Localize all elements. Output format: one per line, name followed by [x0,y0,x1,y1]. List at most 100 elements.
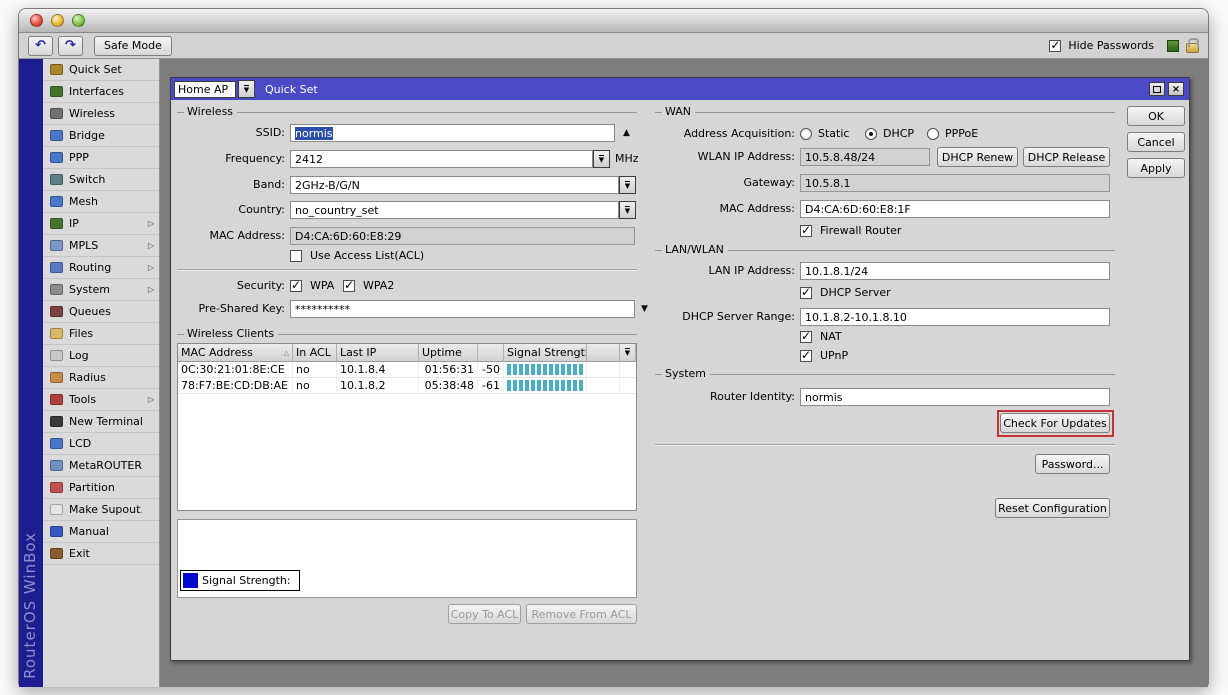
wireless-icon [50,108,63,119]
submenu-arrow-icon: ▷ [148,241,154,250]
sidebar-item-quick-set[interactable]: Quick Set ▷ [43,59,159,81]
col-signal-value[interactable] [478,344,504,362]
sidebar-item-ppp[interactable]: PPP ▷ [43,147,159,169]
wireless-client-row[interactable]: 0C:30:21:01:8E:CE no 10.1.8.4 01:56:31 -… [178,362,636,378]
col-mac-address[interactable]: MAC Address△ [178,344,293,362]
sidebar-item-mesh[interactable]: Mesh ▷ [43,191,159,213]
pppoe-radio[interactable] [927,128,939,140]
sidebar-item-files[interactable]: Files ▷ [43,323,159,345]
collapse-up-icon[interactable]: ▲ [623,129,630,138]
sidebar-item-interfaces[interactable]: Interfaces ▷ [43,81,159,103]
safe-mode-button[interactable]: Safe Mode [94,36,172,56]
sidebar-item-new-terminal[interactable]: New Terminal ▷ [43,411,159,433]
check-for-updates-button[interactable]: Check For Updates [1000,413,1110,433]
sidebar-item-partition[interactable]: Partition ▷ [43,477,159,499]
router-identity-input[interactable]: normis [800,388,1110,406]
cancel-button[interactable]: Cancel [1127,132,1185,152]
upnp-checkbox[interactable] [800,350,812,362]
sidebar-item-metarouter[interactable]: MetaROUTER ▷ [43,455,159,477]
signal-plot-panel: Signal Strength: [177,519,637,598]
firewall-router-checkbox[interactable] [800,225,812,237]
sidebar-item-routing[interactable]: Routing ▷ [43,257,159,279]
address-acquisition-label: Address Acquisition: [655,125,795,143]
undo-button[interactable]: ↶ [28,36,53,56]
interfaces-icon [50,86,63,97]
dhcp-release-button[interactable]: DHCP Release [1023,147,1110,167]
sidebar-item-ip[interactable]: IP ▷ [43,213,159,235]
exit-icon [50,548,63,559]
sidebar-item-exit[interactable]: Exit ▷ [43,543,159,565]
dhcp-radio[interactable] [865,128,877,140]
expand-down-icon[interactable]: ▼ [641,305,648,314]
col-signal-strength[interactable]: Signal Strength [504,344,587,362]
wan-mac-input[interactable]: D4:CA:6D:60:E8:1F [800,200,1110,218]
col-in-acl[interactable]: In ACL [293,344,337,362]
band-dropdown-button[interactable]: ▼ [619,176,636,194]
sidebar-item-log[interactable]: Log ▷ [43,345,159,367]
pre-shared-key-input[interactable]: ********** [290,300,635,318]
sidebar-item-radius[interactable]: Radius ▷ [43,367,159,389]
sidebar-item-bridge[interactable]: Bridge ▷ [43,125,159,147]
sidebar-item-mpls[interactable]: MPLS ▷ [43,235,159,257]
zoom-traffic-light[interactable] [72,14,85,27]
client-signal-cell: -61 [478,378,504,393]
queues-icon [50,306,63,317]
sidebar-item-wireless[interactable]: Wireless ▷ [43,103,159,125]
country-dropdown-button[interactable]: ▼ [619,201,636,219]
client-mac-cell: 78:F7:BE:CD:DB:AE [178,378,293,393]
sidebar-item-tools[interactable]: Tools ▷ [43,389,159,411]
sidebar-item-switch[interactable]: Switch ▷ [43,169,159,191]
copy-to-acl-button[interactable]: Copy To ACL [448,604,521,624]
country-select[interactable]: no_country_set [290,201,619,219]
chevron-down-icon: ▼ [599,155,604,164]
close-traffic-light[interactable] [30,14,43,27]
frequency-dropdown-button[interactable]: ▼ [593,150,610,168]
dhcp-renew-button[interactable]: DHCP Renew [937,147,1018,167]
static-radio[interactable] [800,128,812,140]
wpa-checkbox[interactable] [290,280,302,292]
sidebar-item-manual[interactable]: Manual ▷ [43,521,159,543]
client-uptime-cell: 01:56:31 [419,362,478,377]
preset-dropdown-button[interactable]: ▼ [238,80,255,98]
dhcp-server-checkbox[interactable] [800,287,812,299]
sidebar-item-queues[interactable]: Queues ▷ [43,301,159,323]
use-access-list-checkbox[interactable] [290,250,302,262]
mac-titlebar[interactable] [19,9,1208,33]
band-select[interactable]: 2GHz-B/G/N [290,176,619,194]
dhcp-radio-label: DHCP [883,127,914,141]
close-button[interactable]: × [1168,82,1184,96]
separator [177,269,637,271]
wpa2-checkbox[interactable] [343,280,355,292]
minimize-traffic-light[interactable] [51,14,64,27]
apply-button[interactable]: Apply [1127,158,1185,178]
ssid-input[interactable]: normis [290,124,615,142]
maximize-button[interactable] [1149,82,1165,96]
mac-window: ↶ ↷ Safe Mode Hide Passwords RouterOS Wi… [18,8,1209,686]
nat-checkbox[interactable] [800,331,812,343]
client-signal-bar-cell [504,378,587,393]
ok-button[interactable]: OK [1127,106,1185,126]
column-options-button[interactable]: ▼ [620,344,636,362]
winbox-toolbar: ↶ ↷ Safe Mode Hide Passwords [19,33,1208,59]
dhcp-range-input[interactable]: 10.1.8.2-10.1.8.10 [800,308,1110,326]
sidebar-item-system[interactable]: System ▷ [43,279,159,301]
redo-button[interactable]: ↷ [58,36,83,56]
password-button[interactable]: Password... [1035,454,1110,474]
hide-passwords-checkbox[interactable] [1049,40,1061,52]
preset-select[interactable]: Home AP [174,81,236,98]
remove-from-acl-button[interactable]: Remove From ACL [526,604,637,624]
frequency-unit-label: MHz [615,150,645,168]
client-signal-bar-cell [504,362,587,377]
sidebar-item-make-supout-rif[interactable]: Make Supout.rif ▷ [43,499,159,521]
terminal-icon [50,416,63,427]
col-last-ip[interactable]: Last IP [337,344,419,362]
mpls-icon [50,240,63,251]
quick-set-titlebar[interactable]: Home AP ▼ Quick Set × [171,78,1189,100]
frequency-input[interactable]: 2412 [290,150,593,168]
wireless-client-row[interactable]: 78:F7:BE:CD:DB:AE no 10.1.8.2 05:38:48 -… [178,378,636,394]
col-uptime[interactable]: Uptime [419,344,478,362]
sidebar-item-lcd[interactable]: LCD ▷ [43,433,159,455]
reset-configuration-button[interactable]: Reset Configuration [995,498,1110,518]
lan-ip-input[interactable]: 10.1.8.1/24 [800,262,1110,280]
partition-icon [50,482,63,493]
